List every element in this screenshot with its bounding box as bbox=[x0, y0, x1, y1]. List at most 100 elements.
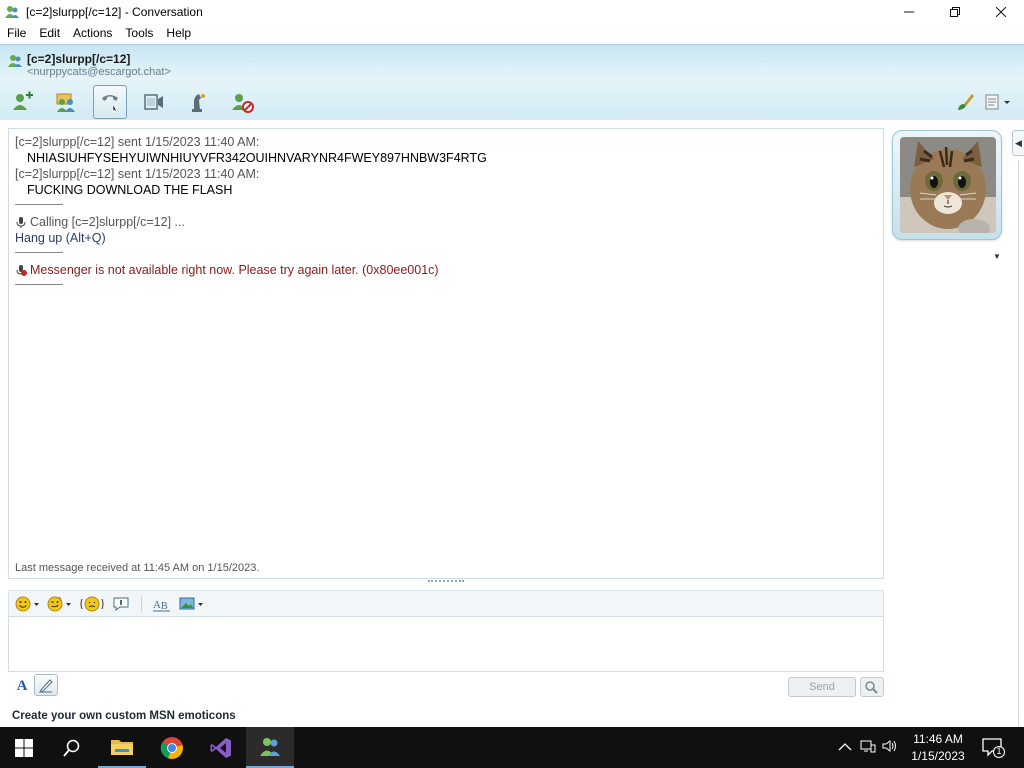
taskbar: 11:46 AM 1/15/2023 1 bbox=[0, 727, 1024, 768]
menu-actions[interactable]: Actions bbox=[66, 26, 118, 40]
messenger-taskbar-button[interactable] bbox=[246, 727, 294, 768]
start-button[interactable] bbox=[0, 727, 48, 768]
minimize-button[interactable] bbox=[886, 0, 932, 23]
system-tray bbox=[838, 727, 898, 768]
pencil-icon bbox=[39, 679, 53, 693]
hang-up-link[interactable]: Hang up (Alt+Q) bbox=[15, 231, 106, 245]
menu-bar: File Edit Actions Tools Help bbox=[0, 23, 1024, 43]
search-icon bbox=[865, 681, 878, 694]
file-explorer-taskbar-button[interactable] bbox=[98, 727, 146, 768]
video-icon bbox=[144, 94, 163, 110]
chevron-up-icon bbox=[838, 742, 852, 750]
resize-splitter[interactable] bbox=[428, 580, 464, 586]
clock-date: 1/15/2023 bbox=[911, 749, 965, 763]
share-files-button[interactable] bbox=[49, 85, 83, 119]
invite-contact-icon bbox=[13, 91, 33, 110]
message-header: [c=2]slurpp[/c=12] sent 1/15/2023 11:40 … bbox=[15, 135, 260, 149]
folder-icon bbox=[111, 739, 133, 755]
show-hidden-icons-button[interactable] bbox=[838, 741, 852, 755]
svg-text:B: B bbox=[161, 601, 168, 612]
taskbar-clock[interactable]: 11:46 AM 1/15/2023 bbox=[904, 731, 972, 765]
font-button[interactable]: A B bbox=[152, 593, 172, 615]
avatar-menu-chevron-down-icon[interactable]: ▼ bbox=[993, 252, 1001, 261]
display-options-icon bbox=[985, 94, 1010, 110]
chevron-left-icon: ◀ bbox=[1015, 137, 1022, 148]
collapse-pane-button[interactable]: ◀ bbox=[1012, 130, 1024, 156]
window-title: [c=2]slurpp[/c=12] - Conversation bbox=[26, 4, 203, 19]
nudge-icon bbox=[80, 596, 104, 611]
messenger-icon bbox=[260, 737, 280, 756]
last-received-status: Last message received at 11:45 AM on 1/1… bbox=[15, 562, 260, 574]
message-text: FUCKING DOWNLOAD THE FLASH bbox=[27, 183, 233, 197]
chrome-taskbar-button[interactable] bbox=[148, 727, 196, 768]
search-taskbar-button[interactable] bbox=[48, 727, 96, 768]
text-format-icon: A B bbox=[153, 599, 170, 612]
font-icon: A bbox=[16, 677, 28, 694]
block-icon bbox=[232, 94, 254, 113]
conversation-history[interactable]: [c=2]slurpp[/c=12] sent 1/15/2023 11:40 … bbox=[8, 128, 884, 579]
windows-logo-icon bbox=[15, 738, 33, 757]
menu-tools[interactable]: Tools bbox=[118, 26, 159, 40]
input-toolbar: A B bbox=[8, 590, 884, 616]
contact-name: [c=2]slurpp[/c=12] bbox=[27, 52, 131, 66]
chrome-icon bbox=[160, 736, 183, 759]
image-icon bbox=[179, 597, 203, 609]
action-toolbar bbox=[0, 85, 1024, 119]
contact-display-picture[interactable] bbox=[892, 130, 1002, 240]
font-style-button[interactable]: A bbox=[12, 676, 32, 696]
divider bbox=[15, 284, 63, 285]
voice-clip-icon bbox=[113, 597, 129, 611]
restore-button[interactable] bbox=[932, 0, 978, 23]
action-center-button[interactable]: 1 bbox=[980, 735, 1006, 759]
calling-text: Calling [c=2]slurpp[/c=12] ... bbox=[30, 215, 185, 229]
volume-icon[interactable] bbox=[882, 739, 898, 756]
nudge-button[interactable] bbox=[79, 593, 105, 615]
message-input[interactable] bbox=[8, 616, 884, 672]
voice-clip-button[interactable] bbox=[111, 593, 131, 615]
title-bar: [c=2]slurpp[/c=12] - Conversation bbox=[0, 0, 1024, 23]
custom-emoticons-link[interactable]: Create your own custom MSN emoticons bbox=[12, 710, 236, 722]
send-image-button[interactable] bbox=[178, 593, 206, 615]
visual-studio-taskbar-button[interactable] bbox=[197, 727, 245, 768]
microphone-icon bbox=[16, 216, 26, 228]
network-icon[interactable] bbox=[860, 739, 876, 756]
clock-time: 11:46 AM bbox=[913, 732, 963, 746]
video-button[interactable] bbox=[137, 85, 171, 119]
calling-status: Calling [c=2]slurpp[/c=12] ... bbox=[15, 215, 185, 229]
wink-button[interactable] bbox=[47, 593, 73, 615]
invite-contact-button[interactable] bbox=[5, 85, 39, 119]
handwriting-button[interactable] bbox=[34, 674, 58, 696]
games-icon bbox=[192, 94, 205, 112]
message-text: NHIASIUHFYSEHYUIWNHIUYVFR342OUIHNVARYNR4… bbox=[27, 151, 487, 165]
call-icon bbox=[102, 95, 118, 114]
emoticon-button[interactable] bbox=[15, 593, 41, 615]
menu-edit[interactable]: Edit bbox=[32, 26, 66, 40]
message-header: [c=2]slurpp[/c=12] sent 1/15/2023 11:40 … bbox=[15, 167, 260, 181]
svg-text:A: A bbox=[153, 599, 161, 611]
display-options-button[interactable] bbox=[982, 85, 1014, 119]
smiley-icon bbox=[15, 596, 39, 611]
search-button[interactable] bbox=[860, 677, 884, 697]
menu-help[interactable]: Help bbox=[159, 26, 197, 40]
block-contact-button[interactable] bbox=[225, 85, 259, 119]
wink-icon bbox=[47, 596, 71, 611]
error-message: Messenger is not available right now. Pl… bbox=[15, 263, 439, 277]
games-button[interactable] bbox=[181, 85, 215, 119]
contact-email: <nurppycats@escargot.chat> bbox=[27, 66, 171, 78]
toolbar-separator bbox=[141, 595, 142, 612]
send-button[interactable]: Send bbox=[788, 677, 856, 697]
compose-controls: A Send bbox=[8, 674, 884, 698]
error-text: Messenger is not available right now. Pl… bbox=[30, 263, 439, 277]
call-button[interactable] bbox=[93, 85, 127, 119]
search-icon bbox=[63, 739, 80, 757]
contact-status-icon bbox=[7, 53, 23, 69]
microphone-error-icon bbox=[16, 264, 27, 276]
divider bbox=[15, 252, 63, 253]
close-button[interactable] bbox=[978, 0, 1024, 23]
background-paint-button[interactable] bbox=[948, 85, 982, 119]
conversation-header: [c=2]slurpp[/c=12] <nurppycats@escargot.… bbox=[0, 44, 1024, 120]
menu-file[interactable]: File bbox=[0, 26, 32, 40]
notification-count: 1 bbox=[996, 746, 1002, 756]
share-files-icon bbox=[56, 93, 75, 112]
cat-avatar-image bbox=[900, 137, 996, 233]
